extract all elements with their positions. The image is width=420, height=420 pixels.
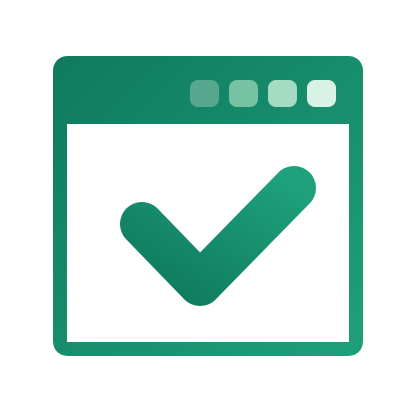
title-dot-4	[307, 80, 336, 107]
title-dot-3	[268, 80, 297, 107]
window-dots	[190, 80, 336, 107]
window-content-pane	[67, 124, 349, 342]
browser-window-icon	[53, 56, 363, 356]
app-icon	[0, 0, 420, 420]
title-dot-2	[229, 80, 258, 107]
window-titlebar	[53, 56, 363, 122]
title-dot-1	[190, 80, 219, 107]
